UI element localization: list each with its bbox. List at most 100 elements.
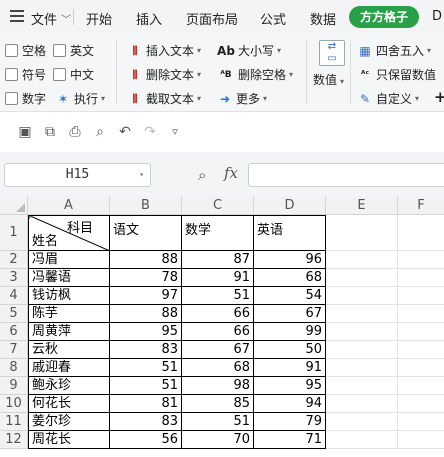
row-header-1[interactable]: 1 [0, 215, 28, 251]
english-score-cell[interactable]: 68 [254, 269, 326, 287]
math-score-cell[interactable]: 66 [182, 323, 254, 341]
english-score-cell[interactable]: 95 [254, 377, 326, 395]
cell-empty[interactable] [326, 395, 398, 413]
name-box[interactable]: H15 ▾ [4, 163, 151, 187]
extract-text-button[interactable]: ⫴ 截取文本 ▾ [127, 90, 201, 107]
tab-fangfang-gezi[interactable]: 方方格子 [349, 6, 419, 28]
cell-empty[interactable] [398, 287, 444, 305]
save-as-icon[interactable]: ⧉ [41, 123, 59, 141]
column-header-d[interactable]: D [254, 196, 326, 215]
undo-icon[interactable]: ↶ [116, 123, 134, 141]
name-cell[interactable]: 钱访枫 [28, 287, 110, 305]
math-score-cell[interactable]: 51 [182, 287, 254, 305]
column-header-a[interactable]: A [28, 196, 110, 215]
checkbox-box[interactable] [53, 68, 66, 81]
zoom-icon[interactable]: ⌕ [198, 166, 206, 184]
cell-empty[interactable] [398, 413, 444, 431]
insert-text-button[interactable]: ⫴ 插入文本 ▾ [127, 42, 201, 59]
english-score-cell[interactable]: 67 [254, 305, 326, 323]
cell-empty[interactable] [398, 269, 444, 287]
tab-more[interactable]: D [432, 9, 442, 24]
name-cell[interactable]: 周花长 [28, 431, 110, 449]
row-header-2[interactable]: 2 [0, 251, 28, 269]
chevron-down-icon[interactable]: ▾ [139, 164, 144, 186]
print-icon[interactable]: ⎙ [66, 123, 84, 141]
cell-empty[interactable] [398, 377, 444, 395]
cell-a1-diagonal-header[interactable]: 科目 姓名 [28, 215, 110, 251]
english-score-cell[interactable]: 54 [254, 287, 326, 305]
cell-empty[interactable] [398, 251, 444, 269]
more-button[interactable]: ➜ 更多 ▾ [217, 90, 267, 107]
chevron-down-icon[interactable]: ﹀ [61, 11, 71, 26]
math-score-cell[interactable]: 98 [182, 377, 254, 395]
checkbox-english[interactable]: 英文 [53, 42, 94, 59]
chinese-score-cell[interactable]: 83 [110, 341, 182, 359]
row-header-9[interactable]: 9 [0, 377, 28, 395]
row-header-10[interactable]: 10 [0, 395, 28, 413]
checkbox-box[interactable] [5, 92, 18, 105]
cell-empty[interactable] [326, 215, 398, 251]
row-header-6[interactable]: 6 [0, 323, 28, 341]
row-header-8[interactable]: 8 [0, 359, 28, 377]
english-score-cell[interactable]: 96 [254, 251, 326, 269]
cell-empty[interactable] [326, 377, 398, 395]
name-cell[interactable]: 鲍永珍 [28, 377, 110, 395]
name-cell[interactable]: 云秋 [28, 341, 110, 359]
name-cell[interactable]: 陈芋 [28, 305, 110, 323]
english-score-cell[interactable]: 71 [254, 431, 326, 449]
print-preview-icon[interactable]: ⌕ [91, 123, 109, 141]
cell-empty[interactable] [326, 287, 398, 305]
column-header-e[interactable]: E [326, 196, 398, 215]
cell-empty[interactable] [326, 251, 398, 269]
row-header-7[interactable]: 7 [0, 341, 28, 359]
header-cell-chinese[interactable]: 语文 [110, 215, 182, 251]
checkbox-number[interactable]: 数字 [5, 90, 46, 107]
customize-icon[interactable]: ▿ [166, 123, 184, 141]
math-score-cell[interactable]: 87 [182, 251, 254, 269]
execute-button[interactable]: ✶ 执行 ▾ [55, 90, 105, 107]
chinese-score-cell[interactable]: 78 [110, 269, 182, 287]
cell-empty[interactable] [398, 359, 444, 377]
chinese-score-cell[interactable]: 51 [110, 359, 182, 377]
name-cell[interactable]: 冯馨语 [28, 269, 110, 287]
cell-empty[interactable] [398, 323, 444, 341]
cell-empty[interactable] [326, 359, 398, 377]
english-score-cell[interactable]: 99 [254, 323, 326, 341]
checkbox-chinese[interactable]: 中文 [53, 66, 94, 83]
name-cell[interactable]: 冯眉 [28, 251, 110, 269]
cell-empty[interactable] [398, 215, 444, 251]
chinese-score-cell[interactable]: 81 [110, 395, 182, 413]
case-button[interactable]: Ab 大小写 ▾ [217, 42, 281, 59]
cell-empty[interactable] [326, 323, 398, 341]
name-cell[interactable]: 周黄萍 [28, 323, 110, 341]
chinese-score-cell[interactable]: 97 [110, 287, 182, 305]
math-score-cell[interactable]: 85 [182, 395, 254, 413]
cell-empty[interactable] [398, 305, 444, 323]
menu-icon[interactable] [10, 10, 24, 22]
save-icon[interactable]: ▣ [16, 123, 34, 141]
header-cell-english[interactable]: 英语 [254, 215, 326, 251]
round-button[interactable]: ▦ 四舍五入 ▾ [357, 42, 431, 59]
cell-empty[interactable] [398, 395, 444, 413]
add-icon[interactable]: + [434, 88, 444, 106]
english-score-cell[interactable]: 50 [254, 341, 326, 359]
english-score-cell[interactable]: 91 [254, 359, 326, 377]
delete-text-button[interactable]: ⫴ 删除文本 ▾ [127, 66, 201, 83]
select-all-corner[interactable] [0, 196, 28, 215]
tab-home[interactable]: 开始 [86, 9, 112, 28]
delete-space-button[interactable]: ᴬB 删除空格 ▾ [217, 66, 293, 83]
keep-value-button[interactable]: ᴬᶜ 只保留数值 [357, 66, 436, 83]
fx-icon[interactable]: fx [224, 164, 238, 182]
name-cell[interactable]: 何花长 [28, 395, 110, 413]
math-score-cell[interactable]: 70 [182, 431, 254, 449]
english-score-cell[interactable]: 94 [254, 395, 326, 413]
math-score-cell[interactable]: 91 [182, 269, 254, 287]
tab-insert[interactable]: 插入 [136, 9, 162, 28]
chinese-score-cell[interactable]: 95 [110, 323, 182, 341]
cell-empty[interactable] [326, 431, 398, 449]
cell-empty[interactable] [326, 413, 398, 431]
checkbox-symbol[interactable]: 符号 [5, 66, 46, 83]
math-score-cell[interactable]: 66 [182, 305, 254, 323]
tab-page-layout[interactable]: 页面布局 [186, 9, 238, 28]
chinese-score-cell[interactable]: 56 [110, 431, 182, 449]
